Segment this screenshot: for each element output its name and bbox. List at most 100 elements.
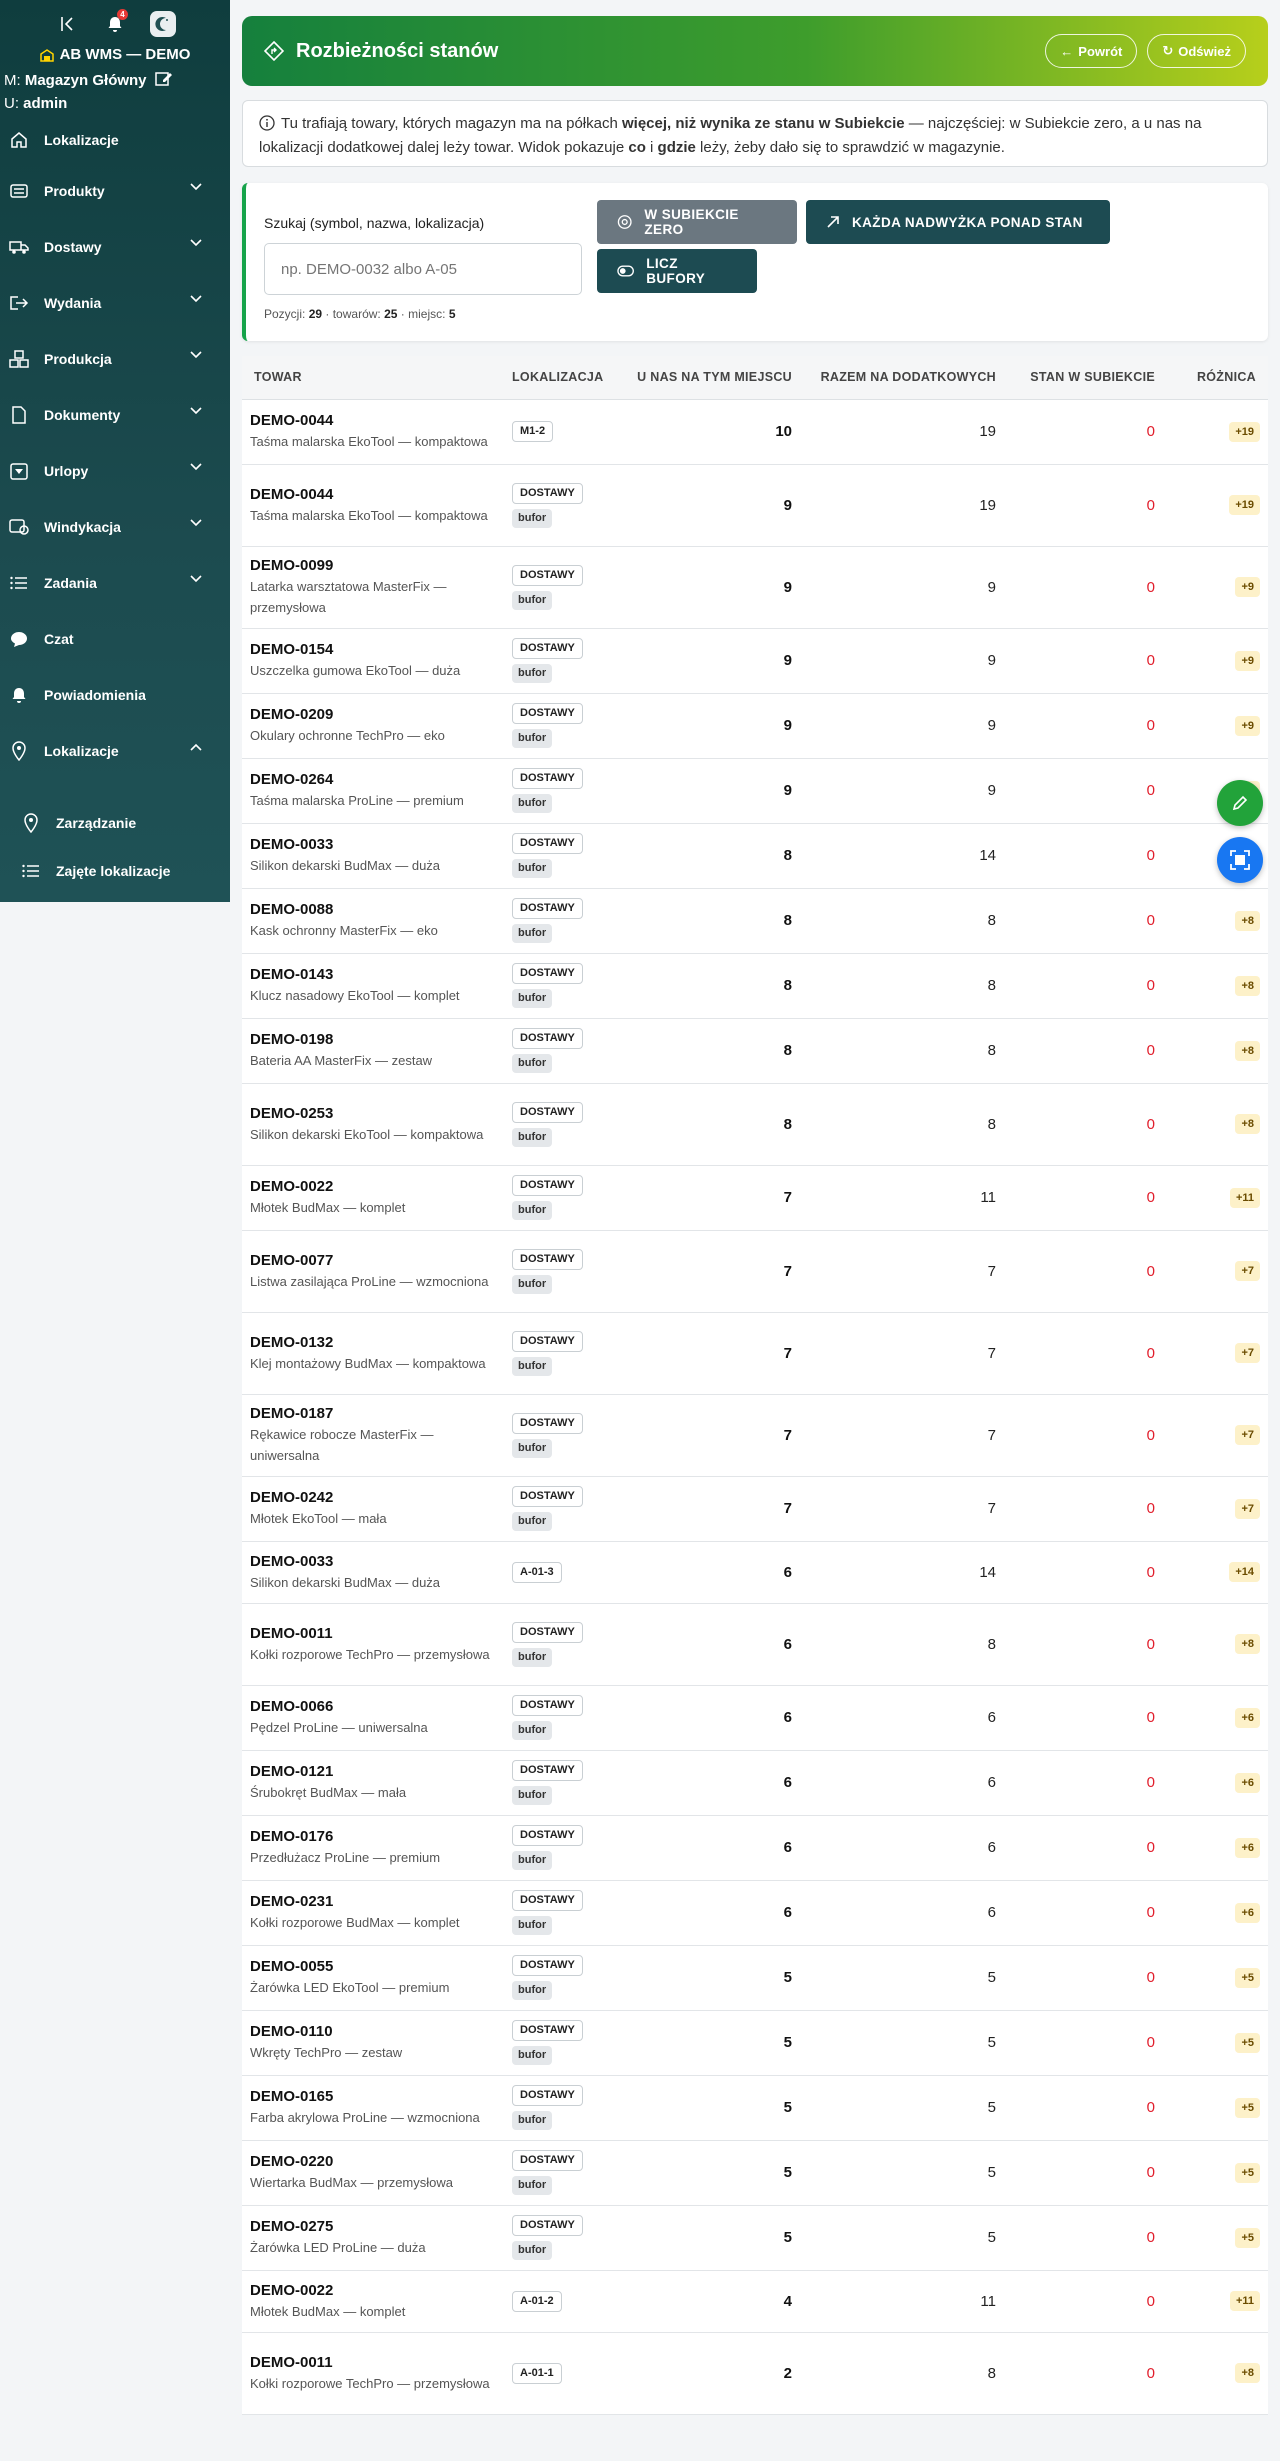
- table-row[interactable]: DEMO-0011 Kołki rozporowe TechPro — przem…: [242, 2332, 1268, 2415]
- diff-badge: +8: [1235, 1114, 1260, 1134]
- product-symbol[interactable]: DEMO-0077: [250, 1251, 504, 1271]
- product-symbol[interactable]: DEMO-0154: [250, 640, 504, 660]
- cell-subiekt-stock: 0: [1008, 1230, 1167, 1313]
- product-symbol[interactable]: DEMO-0253: [250, 1104, 504, 1124]
- sidebar-item-dostawy[interactable]: Dostawy: [0, 219, 230, 275]
- product-symbol[interactable]: DEMO-0011: [250, 1624, 504, 1644]
- buffer-badge: bufor: [512, 1721, 553, 1740]
- sidebar-item-zadania[interactable]: Zadania: [0, 555, 230, 611]
- table-row[interactable]: DEMO-0143 Klucz nasadowy EkoTool — komple…: [242, 953, 1268, 1019]
- sidebar-item-dokumenty[interactable]: Dokumenty: [0, 387, 230, 443]
- product-symbol[interactable]: DEMO-0231: [250, 1892, 504, 1912]
- cell-location: DOSTAWY bufor: [504, 464, 628, 547]
- table-row[interactable]: DEMO-0198 Bateria AA MasterFix — zestaw DO…: [242, 1018, 1268, 1084]
- product-symbol[interactable]: DEMO-0198: [250, 1030, 504, 1050]
- sidebar-item-windykacja[interactable]: Windykacja: [0, 499, 230, 555]
- product-symbol[interactable]: DEMO-0275: [250, 2217, 504, 2237]
- cell-subiekt-stock: 0: [1008, 1165, 1167, 1231]
- column-header-lokalizacja[interactable]: LOKALIZACJA: [504, 356, 628, 400]
- table-row[interactable]: DEMO-0044 Taśma malarska EkoTool — kompak…: [242, 464, 1268, 547]
- column-header-towar[interactable]: TOWAR: [242, 356, 504, 400]
- dark-mode-toggle-icon[interactable]: [150, 11, 176, 37]
- product-symbol[interactable]: DEMO-0121: [250, 1762, 504, 1782]
- product-symbol[interactable]: DEMO-0242: [250, 1488, 504, 1508]
- table-row[interactable]: DEMO-0099 Latarka warsztatowa MasterFix —…: [242, 546, 1268, 629]
- product-symbol[interactable]: DEMO-0033: [250, 1552, 504, 1572]
- sidebar-item-powiadomienia[interactable]: Powiadomienia: [0, 667, 230, 723]
- count-buffers-toggle[interactable]: LICZ BUFORY: [597, 249, 757, 293]
- table-row[interactable]: DEMO-0220 Wiertarka BudMax — przemysłowa D…: [242, 2140, 1268, 2206]
- product-symbol[interactable]: DEMO-0209: [250, 705, 504, 725]
- product-symbol[interactable]: DEMO-0011: [250, 2353, 504, 2373]
- product-symbol[interactable]: DEMO-0176: [250, 1827, 504, 1847]
- product-symbol[interactable]: DEMO-0022: [250, 1177, 504, 1197]
- column-header-diff[interactable]: RÓŻNICA: [1167, 356, 1268, 400]
- search-input[interactable]: [264, 243, 582, 295]
- table-row[interactable]: DEMO-0011 Kołki rozporowe TechPro — przem…: [242, 1603, 1268, 1686]
- table-row[interactable]: DEMO-0110 Wkręty TechPro — zestaw DOSTAWY b…: [242, 2010, 1268, 2076]
- product-symbol[interactable]: DEMO-0044: [250, 411, 504, 431]
- filter-zero-stock-button[interactable]: W SUBIEKCIE ZERO: [597, 200, 797, 244]
- edit-fab-button[interactable]: [1217, 780, 1263, 826]
- diff-badge: +9: [1235, 650, 1260, 671]
- table-row[interactable]: DEMO-0033 Silikon dekarski BudMax — duża D…: [242, 823, 1268, 889]
- table-row[interactable]: DEMO-0088 Kask ochronny MasterFix — eko DO…: [242, 888, 1268, 954]
- product-symbol[interactable]: DEMO-0033: [250, 835, 504, 855]
- product-symbol[interactable]: DEMO-0187: [250, 1404, 504, 1424]
- sidebar-subitem-zarzadzanie[interactable]: Zarządzanie: [0, 795, 230, 851]
- product-symbol[interactable]: DEMO-0165: [250, 2087, 504, 2107]
- table-row[interactable]: DEMO-0275 Żarówka LED ProLine — duża DOSTA…: [242, 2205, 1268, 2271]
- table-row[interactable]: DEMO-0132 Klej montażowy BudMax — kompakt…: [242, 1312, 1268, 1395]
- filter-any-surplus-button[interactable]: KAŻDA NADWYŻKA PONAD STAN: [806, 200, 1110, 244]
- table-row[interactable]: DEMO-0066 Pędzel ProLine — uniwersalna DOS…: [242, 1685, 1268, 1751]
- product-symbol[interactable]: DEMO-0066: [250, 1697, 504, 1717]
- sidebar-item-produkcja[interactable]: Produkcja: [0, 331, 230, 387]
- sidebar-item-czat[interactable]: Czat: [0, 611, 230, 667]
- table-row[interactable]: DEMO-0165 Farba akrylowa ProLine — wzmocn…: [242, 2075, 1268, 2141]
- product-symbol[interactable]: DEMO-0220: [250, 2152, 504, 2172]
- table-row[interactable]: DEMO-0033 Silikon dekarski BudMax — duża A…: [242, 1541, 1268, 1604]
- table-row[interactable]: DEMO-0044 Taśma malarska EkoTool — kompak…: [242, 399, 1268, 465]
- product-symbol[interactable]: DEMO-0099: [250, 556, 504, 576]
- product-symbol[interactable]: DEMO-0110: [250, 2022, 504, 2042]
- table-row[interactable]: DEMO-0154 Uszczelka gumowa EkoTool — duża…: [242, 628, 1268, 694]
- table-row[interactable]: DEMO-0187 Rękawice robocze MasterFix — un…: [242, 1394, 1268, 1477]
- product-symbol[interactable]: DEMO-0143: [250, 965, 504, 985]
- table-row[interactable]: DEMO-0209 Okulary ochronne TechPro — eko D…: [242, 693, 1268, 759]
- product-symbol[interactable]: DEMO-0022: [250, 2281, 504, 2301]
- table-row[interactable]: DEMO-0022 Młotek BudMax — komplet A-01-2 4 1…: [242, 2270, 1268, 2333]
- cell-subiekt-stock: 0: [1008, 1685, 1167, 1751]
- product-symbol[interactable]: DEMO-0132: [250, 1333, 504, 1353]
- notifications-bell-icon[interactable]: 4: [102, 9, 128, 37]
- column-header-here[interactable]: U NAS NA TYM MIEJSCU: [628, 356, 804, 400]
- table-row[interactable]: DEMO-0242 Młotek EkoTool — mała DOSTAWY buf…: [242, 1476, 1268, 1542]
- cell-product: DEMO-0143 Klucz nasadowy EkoTool — komple…: [242, 953, 504, 1019]
- sidebar-item-produkty[interactable]: Produkty: [0, 163, 230, 219]
- table-row[interactable]: DEMO-0264 Taśma malarska ProLine — premiu…: [242, 758, 1268, 824]
- sidebar-item-lokalizacje[interactable]: Lokalizacje: [0, 117, 230, 163]
- table-row[interactable]: DEMO-0253 Silikon dekarski EkoTool — komp…: [242, 1083, 1268, 1166]
- product-symbol[interactable]: DEMO-0044: [250, 485, 504, 505]
- sidebar-item-lokalizacje-group[interactable]: Lokalizacje: [0, 723, 230, 779]
- product-symbol[interactable]: DEMO-0055: [250, 1957, 504, 1977]
- cell-qty-here: 7: [628, 1165, 804, 1231]
- column-header-total[interactable]: RAZEM NA DODATKOWYCH: [804, 356, 1008, 400]
- table-row[interactable]: DEMO-0055 Żarówka LED EkoTool — premium DO…: [242, 1945, 1268, 2011]
- sidebar-item-wydania[interactable]: Wydania: [0, 275, 230, 331]
- product-name: Żarówka LED ProLine — duża: [250, 2240, 426, 2255]
- collapse-sidebar-icon[interactable]: [54, 11, 80, 37]
- table-row[interactable]: DEMO-0077 Listwa zasilająca ProLine — wzm…: [242, 1230, 1268, 1313]
- edit-warehouse-icon[interactable]: [154, 71, 173, 87]
- product-symbol[interactable]: DEMO-0264: [250, 770, 504, 790]
- table-row[interactable]: DEMO-0231 Kołki rozporowe BudMax — komple…: [242, 1880, 1268, 1946]
- sidebar-subitem-zajete[interactable]: Zajęte lokalizacje: [0, 851, 230, 891]
- product-symbol[interactable]: DEMO-0088: [250, 900, 504, 920]
- scan-fab-button[interactable]: [1217, 837, 1263, 883]
- column-header-stock[interactable]: STAN W SUBIEKCIE: [1008, 356, 1167, 400]
- table-row[interactable]: DEMO-0121 Śrubokręt BudMax — mała DOSTAWY b…: [242, 1750, 1268, 1816]
- table-row[interactable]: DEMO-0176 Przedłużacz ProLine — premium DO…: [242, 1815, 1268, 1881]
- table-row[interactable]: DEMO-0022 Młotek BudMax — komplet DOSTAWY b…: [242, 1165, 1268, 1231]
- back-button[interactable]: ← Powrót: [1045, 34, 1138, 68]
- sidebar-item-urlopy[interactable]: Urlopy: [0, 443, 230, 499]
- refresh-button[interactable]: ↻ Odśwież: [1147, 34, 1246, 68]
